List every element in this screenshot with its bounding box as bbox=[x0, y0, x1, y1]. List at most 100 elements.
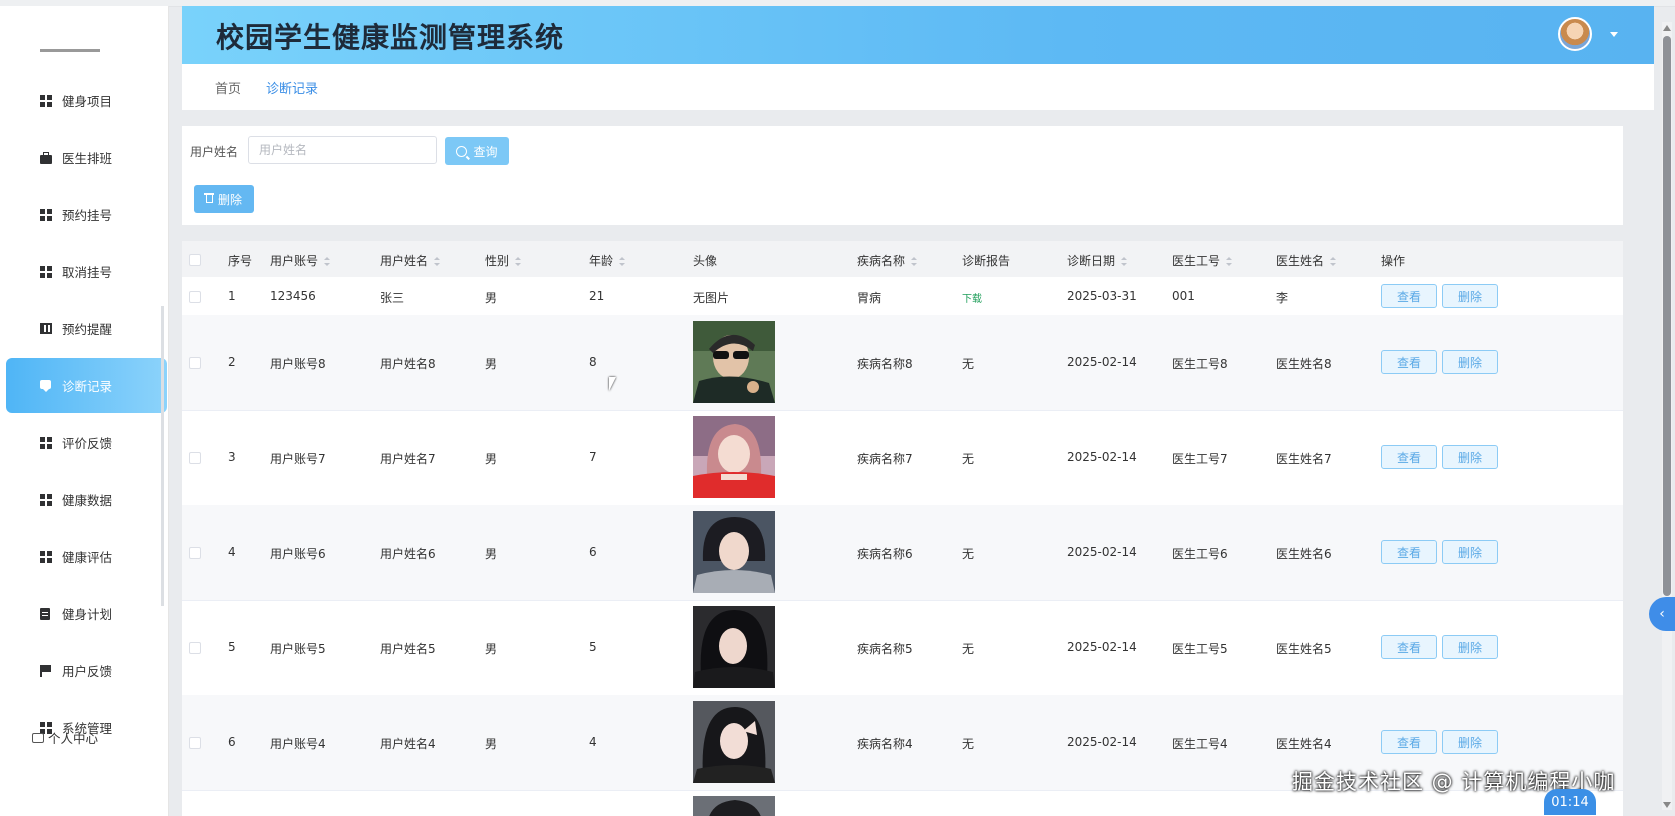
sidebar-item-health-assessment[interactable]: 健康评估 bbox=[6, 529, 168, 584]
cell-date: 2025-02-14 bbox=[1067, 640, 1137, 654]
sidebar-item-fitness-projects[interactable]: 健身项目 bbox=[6, 73, 168, 128]
query-button[interactable]: 查询 bbox=[445, 137, 509, 165]
row-checkbox[interactable] bbox=[189, 642, 201, 654]
username-search-input[interactable] bbox=[248, 136, 437, 164]
sort-icon[interactable] bbox=[619, 257, 626, 266]
scroll-down-arrow-icon[interactable] bbox=[1663, 802, 1671, 808]
header-age[interactable]: 年龄 bbox=[589, 252, 626, 269]
scroll-up-arrow-icon[interactable] bbox=[1663, 25, 1671, 31]
breadcrumb: 首页 诊断记录 bbox=[182, 64, 1654, 110]
cell-avatar-text: 无图片 bbox=[693, 291, 730, 305]
sidebar-item-feedback-rating[interactable]: 评价反馈 bbox=[6, 415, 168, 470]
cell-account: 用户账号4 bbox=[270, 737, 326, 751]
report-download-link[interactable]: 下载 bbox=[962, 290, 982, 305]
row-checkbox[interactable] bbox=[189, 737, 201, 749]
sidebar-item-appointment-reminder[interactable]: 预约提醒 bbox=[6, 301, 168, 356]
cell-age: 7 bbox=[589, 450, 597, 464]
avatar-photo[interactable] bbox=[693, 701, 775, 783]
row-checkbox[interactable] bbox=[189, 547, 201, 559]
breadcrumb-current[interactable]: 诊断记录 bbox=[266, 78, 318, 97]
sort-icon[interactable] bbox=[434, 257, 441, 266]
sidebar-item-label: 健身计划 bbox=[62, 607, 113, 622]
view-button[interactable]: 查看 bbox=[1381, 284, 1437, 308]
search-label: 用户姓名 bbox=[190, 145, 239, 159]
header-doctor-name[interactable]: 医生姓名 bbox=[1276, 252, 1337, 269]
grid-icon bbox=[40, 436, 52, 449]
grid-icon bbox=[40, 208, 52, 221]
row-checkbox[interactable] bbox=[189, 357, 201, 369]
header-name[interactable]: 用户姓名 bbox=[380, 252, 441, 269]
avatar-photo[interactable] bbox=[693, 511, 775, 593]
sidebar-scrollbar[interactable] bbox=[161, 306, 164, 606]
sidebar-item-label: 预约挂号 bbox=[62, 208, 113, 223]
breadcrumb-home[interactable]: 首页 bbox=[215, 78, 241, 97]
scrollbar-thumb[interactable] bbox=[1663, 36, 1671, 596]
mouse-cursor-icon bbox=[609, 377, 616, 391]
sidebar-item-user-feedback[interactable]: 用户反馈 bbox=[6, 643, 168, 698]
caret-down-icon[interactable] bbox=[1610, 32, 1618, 37]
delete-button[interactable]: 删除 bbox=[1442, 635, 1498, 659]
sidebar-item-doctor-schedule[interactable]: 医生排班 bbox=[6, 130, 168, 185]
sort-icon[interactable] bbox=[911, 257, 918, 266]
page-scrollbar[interactable] bbox=[1662, 22, 1672, 810]
delete-button[interactable]: 删除 bbox=[1442, 445, 1498, 469]
trash-icon bbox=[203, 193, 214, 203]
cell-name: 用户姓名5 bbox=[380, 642, 436, 656]
cell-gender: 男 bbox=[485, 291, 498, 305]
personal-center-link[interactable]: 个人中心 bbox=[32, 728, 98, 747]
cell-gender: 男 bbox=[485, 547, 498, 561]
sort-icon[interactable] bbox=[1226, 257, 1233, 266]
sort-icon[interactable] bbox=[1121, 257, 1128, 266]
grid-icon bbox=[40, 265, 52, 278]
row-checkbox[interactable] bbox=[189, 452, 201, 464]
delete-button[interactable]: 删除 bbox=[1442, 540, 1498, 564]
sidebar-item-fitness-plan[interactable]: 健身计划 bbox=[6, 586, 168, 641]
sort-icon[interactable] bbox=[1330, 257, 1337, 266]
user-avatar[interactable] bbox=[1558, 17, 1592, 51]
select-all-checkbox[interactable] bbox=[189, 254, 201, 266]
sidebar-item-health-data[interactable]: 健康数据 bbox=[6, 472, 168, 527]
header-gender[interactable]: 性别 bbox=[485, 252, 522, 269]
sort-icon[interactable] bbox=[324, 257, 331, 266]
cell-report: 无 bbox=[962, 737, 975, 751]
avatar-photo[interactable] bbox=[693, 606, 775, 688]
cell-doctor-id: 医生工号7 bbox=[1172, 452, 1228, 466]
cell-date: 2025-02-14 bbox=[1067, 450, 1137, 464]
row-checkbox[interactable] bbox=[189, 291, 201, 303]
header-date[interactable]: 诊断日期 bbox=[1067, 252, 1128, 269]
view-button[interactable]: 查看 bbox=[1381, 540, 1437, 564]
cell-gender: 男 bbox=[485, 452, 498, 466]
delete-button[interactable]: 删除 bbox=[1442, 350, 1498, 374]
header-doctor-id[interactable]: 医生工号 bbox=[1172, 252, 1233, 269]
cell-date: 2025-03-31 bbox=[1067, 289, 1137, 303]
cell-name: 用户姓名8 bbox=[380, 357, 436, 371]
cell-age: 6 bbox=[589, 545, 597, 559]
sidebar-item-clipped bbox=[40, 45, 110, 53]
view-button[interactable]: 查看 bbox=[1381, 635, 1437, 659]
sidebar-item-diagnosis-records[interactable]: 诊断记录 bbox=[6, 358, 167, 413]
delete-button[interactable]: 删除 bbox=[1442, 284, 1498, 308]
cell-doctor-name: 医生姓名5 bbox=[1276, 642, 1332, 656]
grid-icon bbox=[40, 493, 52, 506]
cell-doctor-name: 医生姓名8 bbox=[1276, 357, 1332, 371]
sidebar-item-cancel-appointment[interactable]: 取消挂号 bbox=[6, 244, 168, 299]
avatar-photo[interactable] bbox=[693, 796, 775, 816]
view-button[interactable]: 查看 bbox=[1381, 730, 1437, 754]
sidebar-item-label: 取消挂号 bbox=[62, 265, 113, 280]
grid-icon bbox=[40, 550, 52, 563]
view-button[interactable]: 查看 bbox=[1381, 445, 1437, 469]
header-disease[interactable]: 疾病名称 bbox=[857, 252, 918, 269]
header-account[interactable]: 用户账号 bbox=[270, 252, 331, 269]
header-report: 诊断报告 bbox=[962, 254, 1011, 268]
delete-button[interactable]: 删除 bbox=[1442, 730, 1498, 754]
table-header: 序号 用户账号 用户姓名 性别 年龄 头像 疾病名称 诊断报告 诊断日期 医生工… bbox=[182, 241, 1623, 277]
sidebar-item-label: 评价反馈 bbox=[62, 436, 113, 451]
batch-delete-button[interactable]: 删除 bbox=[194, 185, 254, 213]
sort-icon[interactable] bbox=[515, 257, 522, 266]
avatar-photo[interactable] bbox=[693, 416, 775, 498]
avatar-photo[interactable] bbox=[693, 321, 775, 403]
chevron-left-icon[interactable]: ‹ bbox=[1649, 597, 1675, 631]
grid-icon bbox=[40, 94, 52, 107]
sidebar-item-appointment[interactable]: 预约挂号 bbox=[6, 187, 168, 242]
view-button[interactable]: 查看 bbox=[1381, 350, 1437, 374]
